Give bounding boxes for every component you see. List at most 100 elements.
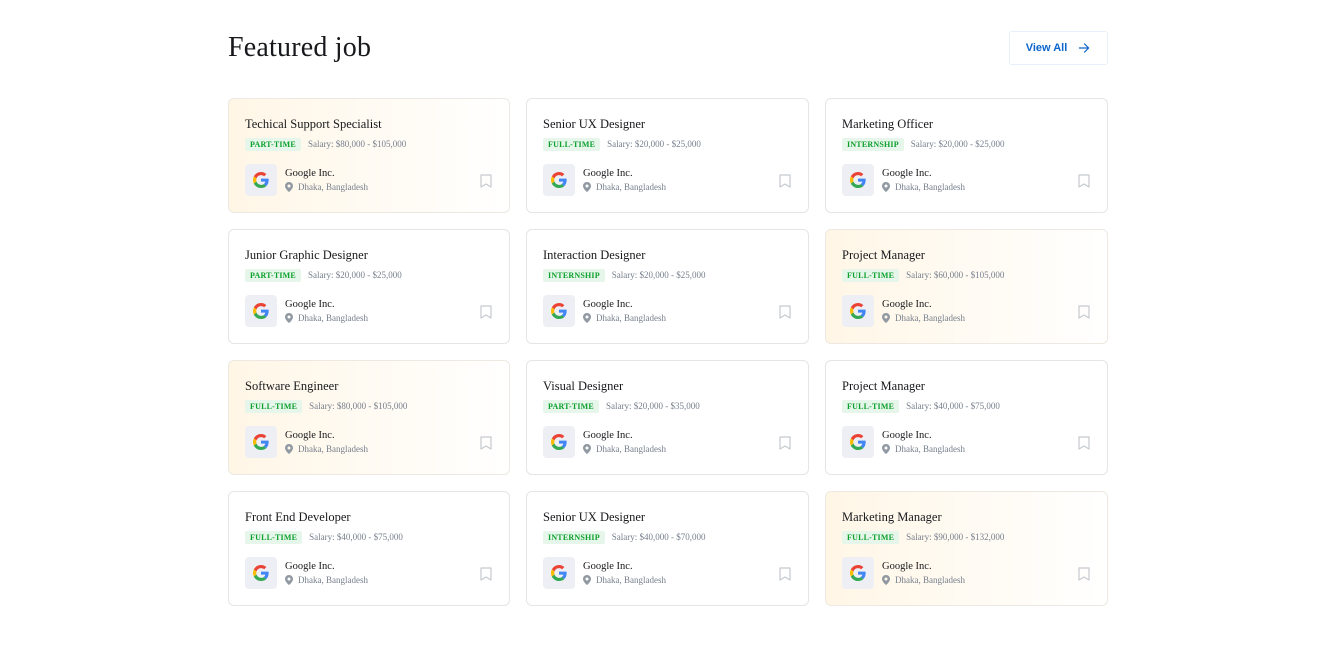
job-card[interactable]: Visual Designer PART-TIME Salary: $20,00… bbox=[526, 360, 809, 475]
job-salary: Salary: $40,000 - $75,000 bbox=[309, 532, 403, 542]
bookmark-button[interactable] bbox=[779, 436, 791, 450]
map-pin-icon bbox=[285, 444, 293, 454]
bookmark-button[interactable] bbox=[779, 174, 791, 188]
bookmark-button[interactable] bbox=[480, 305, 492, 319]
company-row: Google Inc. Dhaka, Bangladesh bbox=[245, 164, 493, 196]
company-row: Google Inc. Dhaka, Bangladesh bbox=[842, 295, 1091, 327]
job-meta: FULL-TIME Salary: $40,000 - $75,000 bbox=[245, 530, 493, 544]
bookmark-button[interactable] bbox=[1078, 567, 1090, 581]
company-name: Google Inc. bbox=[882, 167, 932, 179]
job-title[interactable]: Junior Graphic Designer bbox=[245, 248, 493, 264]
location-text: Dhaka, Bangladesh bbox=[596, 312, 666, 323]
featured-job-header: Featured job View All bbox=[228, 30, 1108, 66]
bookmark-icon bbox=[779, 567, 791, 581]
job-title[interactable]: Techical Support Specialist bbox=[245, 117, 493, 133]
job-salary: Salary: $60,000 - $105,000 bbox=[906, 270, 1005, 280]
job-card[interactable]: Project Manager FULL-TIME Salary: $60,00… bbox=[825, 229, 1108, 344]
job-card[interactable]: Interaction Designer INTERNSHIP Salary: … bbox=[526, 229, 809, 344]
location-text: Dhaka, Bangladesh bbox=[596, 574, 666, 585]
job-card[interactable]: Software Engineer FULL-TIME Salary: $80,… bbox=[228, 360, 510, 475]
job-meta: INTERNSHIP Salary: $20,000 - $25,000 bbox=[842, 137, 1091, 151]
location-text: Dhaka, Bangladesh bbox=[895, 181, 965, 192]
job-title[interactable]: Software Engineer bbox=[245, 379, 493, 395]
job-title[interactable]: Project Manager bbox=[842, 248, 1091, 264]
google-logo-icon bbox=[543, 426, 575, 458]
job-card[interactable]: Senior UX Designer INTERNSHIP Salary: $4… bbox=[526, 491, 809, 606]
map-pin-icon bbox=[285, 313, 293, 323]
bookmark-icon bbox=[1078, 567, 1090, 581]
job-type-badge: PART-TIME bbox=[245, 268, 301, 282]
company-row: Google Inc. Dhaka, Bangladesh bbox=[842, 426, 1091, 458]
job-card[interactable]: Senior UX Designer FULL-TIME Salary: $20… bbox=[526, 98, 809, 213]
job-location: Dhaka, Bangladesh bbox=[285, 444, 368, 455]
bookmark-button[interactable] bbox=[1078, 305, 1090, 319]
location-text: Dhaka, Bangladesh bbox=[895, 574, 965, 585]
company-row: Google Inc. Dhaka, Bangladesh bbox=[245, 426, 493, 458]
company-info: Google Inc. Dhaka, Bangladesh bbox=[285, 168, 368, 193]
job-title[interactable]: Marketing Officer bbox=[842, 117, 1091, 133]
job-meta: FULL-TIME Salary: $40,000 - $75,000 bbox=[842, 399, 1091, 413]
job-salary: Salary: $40,000 - $70,000 bbox=[611, 532, 706, 542]
job-title[interactable]: Interaction Designer bbox=[543, 248, 792, 264]
job-type-badge: FULL-TIME bbox=[245, 530, 303, 544]
arrow-right-icon bbox=[1079, 43, 1090, 53]
job-title[interactable]: Project Manager bbox=[842, 379, 1091, 395]
google-logo-icon bbox=[245, 426, 277, 458]
job-title[interactable]: Senior UX Designer bbox=[543, 117, 792, 133]
bookmark-icon bbox=[1078, 174, 1090, 188]
page-title: Featured job bbox=[228, 32, 372, 63]
google-logo-icon bbox=[842, 426, 874, 458]
view-all-button[interactable]: View All bbox=[1009, 31, 1108, 65]
job-card[interactable]: Marketing Officer INTERNSHIP Salary: $20… bbox=[825, 98, 1108, 213]
job-type-badge: INTERNSHIP bbox=[543, 268, 605, 282]
bookmark-button[interactable] bbox=[779, 567, 791, 581]
job-card[interactable]: Marketing Manager FULL-TIME Salary: $90,… bbox=[825, 491, 1108, 606]
bookmark-button[interactable] bbox=[1078, 436, 1090, 450]
job-card[interactable]: Front End Developer FULL-TIME Salary: $4… bbox=[228, 491, 510, 606]
job-title[interactable]: Visual Designer bbox=[543, 379, 792, 395]
job-meta: FULL-TIME Salary: $80,000 - $105,000 bbox=[245, 399, 493, 413]
job-location: Dhaka, Bangladesh bbox=[882, 182, 965, 193]
job-salary: Salary: $90,000 - $132,000 bbox=[906, 532, 1005, 542]
bookmark-button[interactable] bbox=[1078, 174, 1090, 188]
company-row: Google Inc. Dhaka, Bangladesh bbox=[245, 295, 493, 327]
bookmark-button[interactable] bbox=[480, 174, 492, 188]
job-card[interactable]: Junior Graphic Designer PART-TIME Salary… bbox=[228, 229, 510, 344]
job-type-badge: FULL-TIME bbox=[543, 137, 601, 151]
company-name: Google Inc. bbox=[882, 298, 932, 310]
job-meta: INTERNSHIP Salary: $40,000 - $70,000 bbox=[543, 530, 792, 544]
company-row: Google Inc. Dhaka, Bangladesh bbox=[543, 295, 792, 327]
job-title[interactable]: Front End Developer bbox=[245, 510, 493, 526]
bookmark-icon bbox=[779, 436, 791, 450]
bookmark-button[interactable] bbox=[480, 567, 492, 581]
job-title[interactable]: Senior UX Designer bbox=[543, 510, 792, 526]
job-type-badge: PART-TIME bbox=[245, 137, 301, 151]
job-location: Dhaka, Bangladesh bbox=[583, 444, 666, 455]
map-pin-icon bbox=[882, 575, 890, 585]
company-info: Google Inc. Dhaka, Bangladesh bbox=[285, 561, 368, 586]
job-title[interactable]: Marketing Manager bbox=[842, 510, 1091, 526]
google-logo-icon bbox=[842, 557, 874, 589]
google-logo-icon bbox=[543, 295, 575, 327]
job-salary: Salary: $20,000 - $25,000 bbox=[910, 139, 1005, 149]
map-pin-icon bbox=[583, 575, 591, 585]
job-location: Dhaka, Bangladesh bbox=[285, 313, 368, 324]
company-info: Google Inc. Dhaka, Bangladesh bbox=[583, 168, 666, 193]
bookmark-icon bbox=[779, 174, 791, 188]
bookmark-icon bbox=[480, 567, 492, 581]
map-pin-icon bbox=[882, 182, 890, 192]
company-info: Google Inc. Dhaka, Bangladesh bbox=[583, 299, 666, 324]
job-salary: Salary: $20,000 - $25,000 bbox=[611, 270, 706, 280]
job-meta: FULL-TIME Salary: $90,000 - $132,000 bbox=[842, 530, 1091, 544]
company-name: Google Inc. bbox=[285, 167, 335, 179]
job-card[interactable]: Techical Support Specialist PART-TIME Sa… bbox=[228, 98, 510, 213]
job-grid: Techical Support Specialist PART-TIME Sa… bbox=[228, 98, 1108, 606]
job-card[interactable]: Project Manager FULL-TIME Salary: $40,00… bbox=[825, 360, 1108, 475]
bookmark-button[interactable] bbox=[480, 436, 492, 450]
company-info: Google Inc. Dhaka, Bangladesh bbox=[583, 430, 666, 455]
company-row: Google Inc. Dhaka, Bangladesh bbox=[245, 557, 493, 589]
bookmark-button[interactable] bbox=[779, 305, 791, 319]
map-pin-icon bbox=[882, 444, 890, 454]
job-location: Dhaka, Bangladesh bbox=[583, 182, 666, 193]
bookmark-icon bbox=[1078, 305, 1090, 319]
